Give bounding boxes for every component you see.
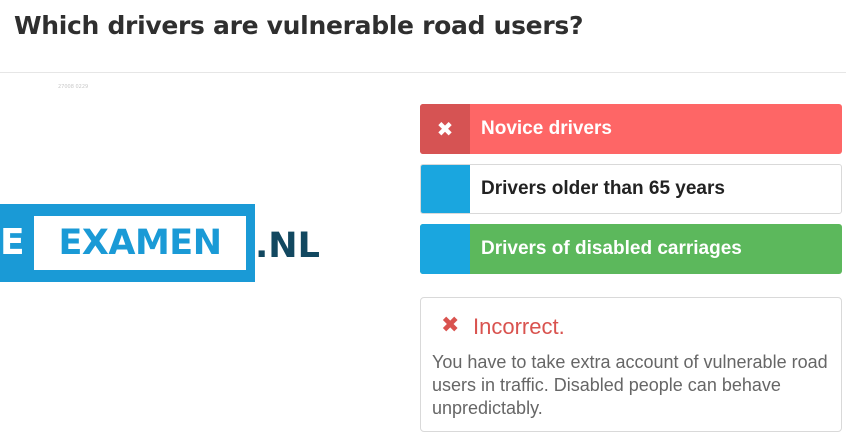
answer-label: Drivers older than 65 years [481,178,725,199]
close-icon: ✖ [441,313,460,338]
feedback-panel: ✖ Incorrect. You have to take extra acco… [420,297,842,432]
answer-option-novice-drivers[interactable]: ✖ Novice drivers [420,104,842,154]
logo-word: EXAMEN [58,223,222,263]
feedback-title: Incorrect. [473,314,565,339]
close-icon: ✖ [436,117,454,141]
question-title: Which drivers are vulnerable road users? [14,11,584,40]
answer-option-drivers-older-than-65[interactable]: Drivers older than 65 years [420,164,842,214]
answer-option-drivers-of-disabled-carriages[interactable]: Drivers of disabled carriages [420,224,842,274]
answer-label: Novice drivers [481,118,612,139]
quiz-page: Which drivers are vulnerable road users?… [0,0,846,438]
answer-marker [421,165,470,213]
header-divider [0,72,846,73]
answer-label: Drivers of disabled carriages [481,238,742,259]
feedback-explanation: You have to take extra account of vulner… [432,352,828,418]
logo-prefix: E [0,222,25,263]
logo-tld: .NL [255,226,320,266]
answer-marker: ✖ [420,104,470,154]
image-caption: 27008 0229 [58,84,89,90]
answer-marker [420,224,470,274]
